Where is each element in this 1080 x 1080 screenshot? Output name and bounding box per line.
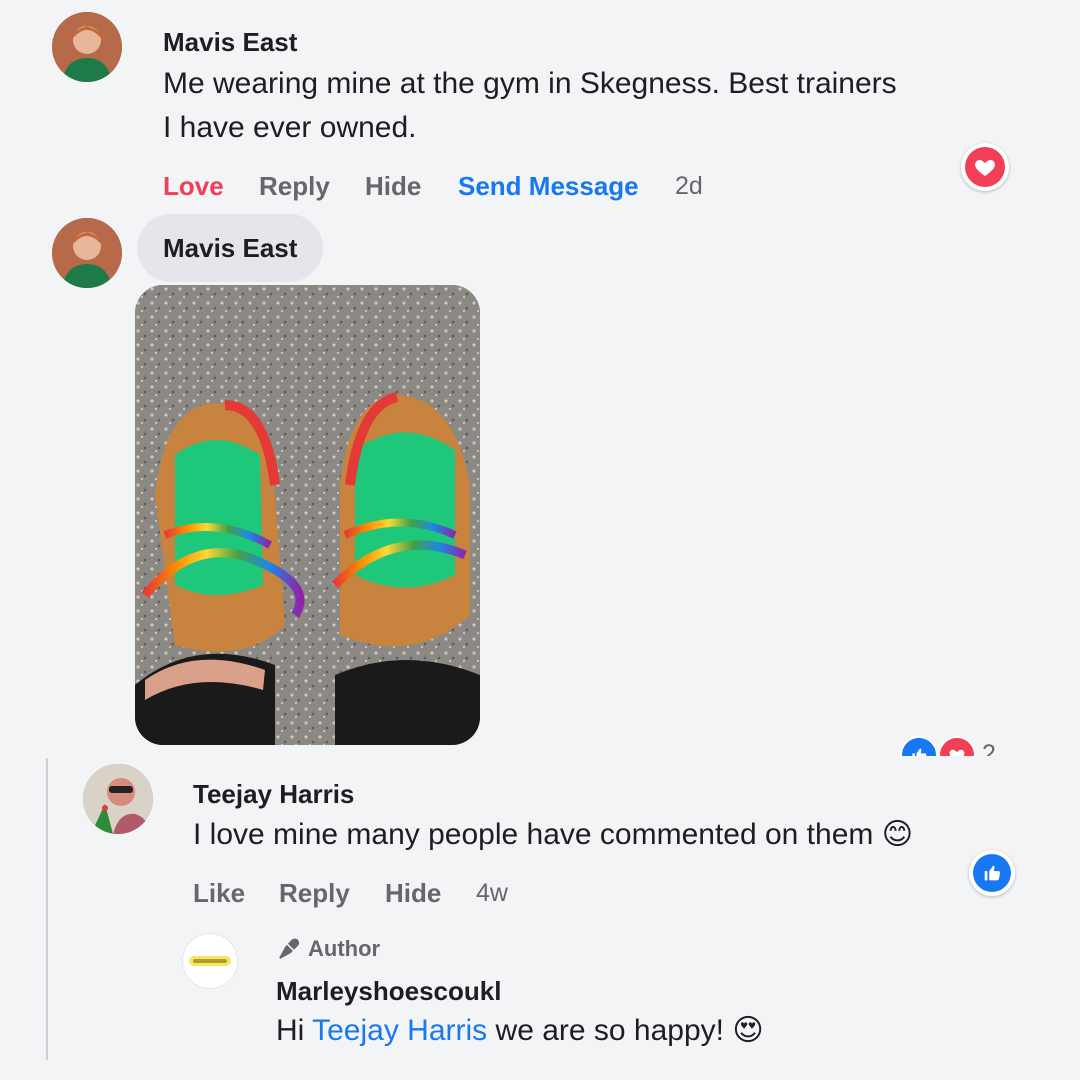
comment-author-name[interactable]: Mavis East xyxy=(163,27,297,58)
love-button[interactable]: Love xyxy=(163,171,224,202)
reply-button[interactable]: Reply xyxy=(279,878,350,909)
microphone-icon xyxy=(276,936,302,962)
reply-text: Hi Teejay Harris we are so happy! 😍 xyxy=(276,1009,764,1053)
author-badge: Author xyxy=(276,936,380,962)
reaction-count: 2 xyxy=(982,740,996,756)
avatar-teejay-harris[interactable] xyxy=(83,764,153,834)
reply-thread-line xyxy=(46,758,48,1060)
timestamp[interactable]: 4w xyxy=(476,879,508,908)
comment-author-name[interactable]: Mavis East xyxy=(163,233,297,264)
hide-button[interactable]: Hide xyxy=(385,878,441,909)
hide-button[interactable]: Hide xyxy=(365,171,421,202)
reply-text-prefix: Hi xyxy=(276,1014,313,1047)
thumbs-up-icon xyxy=(900,736,938,756)
reply-author-name[interactable]: Marleyshoescoukl xyxy=(276,976,501,1007)
reply-author-name[interactable]: Teejay Harris xyxy=(193,779,354,810)
avatar-marleyshoes[interactable] xyxy=(182,933,238,989)
timestamp[interactable]: 2d xyxy=(675,172,703,201)
comment-photo[interactable] xyxy=(135,285,480,745)
like-button[interactable]: Like xyxy=(193,878,245,909)
send-message-button[interactable]: Send Message xyxy=(458,171,639,202)
author-badge-label: Author xyxy=(308,936,381,961)
mention-teejay-harris[interactable]: Teejay Harris xyxy=(312,1014,487,1047)
heart-icon xyxy=(965,147,1005,187)
reply-text-suffix: we are so happy! xyxy=(487,1014,724,1047)
thumbs-up-icon xyxy=(973,854,1011,892)
comment-text-line-2: I have ever owned. xyxy=(163,111,417,144)
reaction-badge[interactable] xyxy=(969,850,1015,896)
reply-text: I love mine many people have commented o… xyxy=(193,813,913,857)
reply-button[interactable]: Reply xyxy=(259,171,330,202)
avatar-mavis-east[interactable] xyxy=(52,218,122,288)
reaction-summary[interactable]: 2 xyxy=(900,736,1000,756)
avatar-mavis-east[interactable] xyxy=(52,12,122,82)
smiling-face-emoji: 😊 xyxy=(881,817,914,852)
heart-icon xyxy=(938,736,976,756)
reply-text-content: I love mine many people have commented o… xyxy=(193,818,874,851)
heart-eyes-emoji: 😍 xyxy=(732,1013,764,1048)
comment-text-line-1: Me wearing mine at the gym in Skegness. … xyxy=(163,67,897,100)
reaction-badge[interactable] xyxy=(961,143,1009,191)
comment-bubble: Mavis East xyxy=(137,214,324,282)
